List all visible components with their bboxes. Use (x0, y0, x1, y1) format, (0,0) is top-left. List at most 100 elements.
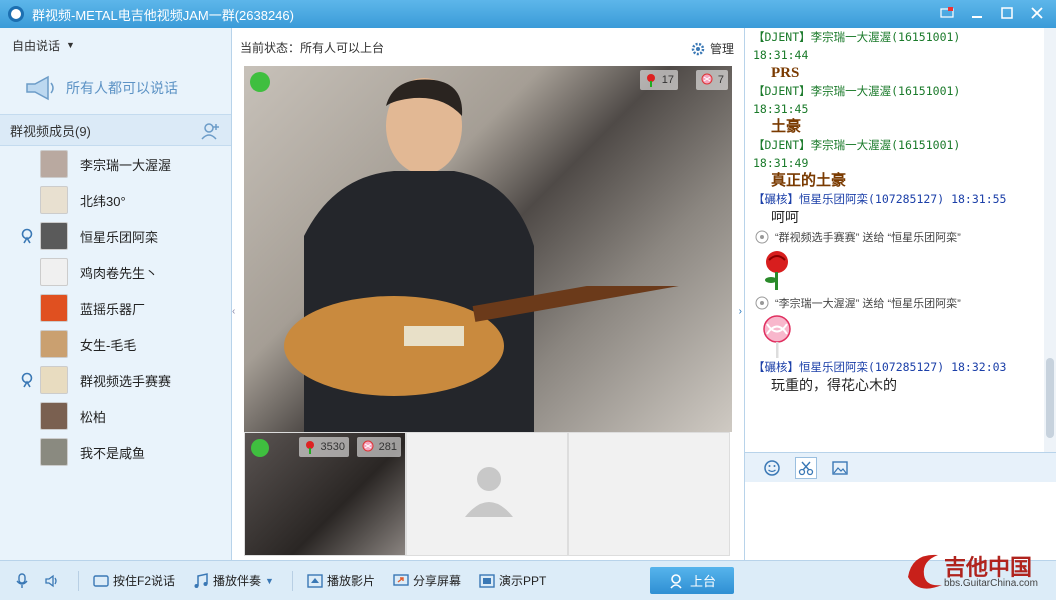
avatar[interactable] (40, 258, 68, 286)
lollipop-icon (362, 440, 374, 452)
video-area: 当前状态：所有人可以上台 管理 17 7 ‹ › 3530 281 (232, 28, 744, 560)
member-list: 李宗瑞一大渥渥北纬30° 恒星乐团阿栾鸡肉卷先生丶蓝摇乐器厂女生-毛毛群视频选手赛… (0, 146, 231, 470)
avatar[interactable] (40, 330, 68, 358)
add-member-icon[interactable] (201, 121, 221, 141)
chat-history: 【DJENT】李宗瑞一大渥渥(16151001) 18:31:44 PRS 【DJEN… (744, 28, 1056, 452)
member-row[interactable]: 鸡肉卷先生丶 (0, 254, 231, 290)
avatar[interactable] (40, 186, 68, 214)
lollipop-gift-image (745, 314, 1056, 358)
chat-message-time: 18:31:49 (753, 156, 809, 170)
window-controls (932, 2, 1052, 24)
chat-message-body: PRS (771, 65, 800, 81)
gift-notice-text: “李宗瑞一大渥渥” 送给 “恒星乐团阿栾” (775, 298, 961, 310)
member-row[interactable]: 恒星乐团阿栾 (0, 218, 231, 254)
app-logo-icon (8, 6, 24, 22)
keyboard-icon (93, 574, 109, 587)
everyone-speak-banner: 所有人都可以说话 (0, 62, 231, 114)
left-panel: 自由说话 ▼ 所有人都可以说话 群视频成员(9) 李宗瑞一大渥渥北纬30° 恒星乐… (0, 28, 232, 560)
chat-scrollbar[interactable] (1044, 28, 1056, 452)
main-video[interactable]: 17 7 (244, 66, 732, 432)
stage-status-bar: 当前状态：所有人可以上台 管理 (232, 28, 744, 66)
stage-status-text: 当前状态：所有人可以上台 (240, 40, 385, 55)
lollipop-icon (701, 73, 713, 85)
skin-icon[interactable] (932, 2, 962, 24)
eject-icon (307, 573, 323, 588)
member-row[interactable]: 李宗瑞一大渥渥 (0, 146, 231, 182)
chat-message-header: 【碾核】恒星乐团阿栾(107285127) 18:32:03 (753, 360, 1007, 374)
watermark-url: bbs.GuitarChina.com (944, 578, 1038, 589)
speaking-mic-icon (21, 372, 33, 388)
member-row[interactable]: 群视频选手赛赛 (0, 362, 231, 398)
play-music-button[interactable]: 播放伴奏 ▼ (193, 569, 274, 593)
manage-label: 管理 (709, 42, 734, 56)
title-bar: 群视频-METAL电吉他视频JAM一群(2638246) (0, 0, 1056, 28)
rose-count-badge[interactable]: 17 (639, 70, 678, 90)
gear-icon (691, 42, 705, 55)
avatar[interactable] (40, 294, 68, 322)
share-screen-button[interactable]: 分享屏幕 (393, 569, 461, 593)
avatar[interactable] (40, 222, 68, 250)
minimize-icon[interactable] (962, 2, 992, 24)
avatar[interactable] (40, 438, 68, 466)
manage-button[interactable]: 管理 (691, 40, 734, 57)
lollipop-icon (763, 315, 791, 358)
speak-mode-label: 自由说话 (12, 38, 61, 53)
emoji-button[interactable] (761, 457, 783, 479)
bottom-toolbar: 按住F2说话 播放伴奏 ▼ 播放影片 分享屏幕 演示PPT 上台 (0, 560, 1056, 600)
member-name: 李宗瑞一大渥渥 (80, 157, 172, 173)
speaker-icon (45, 574, 57, 587)
video-thumbnails: 3530 281 (244, 432, 732, 556)
present-ppt-label: 演示PPT (498, 574, 547, 588)
avatar[interactable] (40, 150, 68, 178)
rose-count: 3530 (320, 441, 345, 453)
image-button[interactable] (829, 457, 851, 479)
chat-message-list: 【DJENT】李宗瑞一大渥渥(16151001) 18:31:44 PRS 【DJEN… (745, 28, 1056, 190)
member-row[interactable]: 女生-毛毛 (0, 326, 231, 362)
member-row[interactable]: 北纬30° (0, 182, 231, 218)
collapse-left-arrow-icon[interactable]: ‹ (232, 306, 235, 317)
member-name: 女生-毛毛 (80, 337, 137, 353)
lollipop-count-badge[interactable]: 281 (356, 437, 401, 457)
push-to-talk-label: 按住F2说话 (113, 574, 176, 588)
push-to-talk-button[interactable]: 按住F2说话 (93, 569, 175, 593)
collapse-right-arrow-icon[interactable]: › (739, 306, 742, 317)
speaking-mic-icon (21, 228, 33, 244)
member-name: 群视频选手赛赛 (80, 373, 172, 389)
close-icon[interactable] (1022, 2, 1052, 24)
present-ppt-button[interactable]: 演示PPT (479, 569, 546, 593)
notice-icon (755, 230, 769, 244)
video-thumbnail-2[interactable] (406, 432, 568, 556)
member-name: 我不是咸鱼 (80, 445, 146, 461)
members-header: 群视频成员(9) (0, 114, 231, 146)
avatar[interactable] (40, 366, 68, 394)
mic-button[interactable] (14, 569, 34, 593)
video-thumbnail-1[interactable]: 3530 281 (244, 432, 406, 556)
speaker-button[interactable] (44, 569, 64, 593)
avatar[interactable] (40, 402, 68, 430)
rose-icon (305, 441, 314, 454)
chevron-down-icon: ▼ (265, 575, 274, 586)
go-on-stage-button[interactable]: 上台 (650, 567, 734, 594)
play-movie-label: 播放影片 (326, 574, 375, 588)
member-row[interactable]: 蓝摇乐器厂 (0, 290, 231, 326)
toolbar-divider (78, 570, 79, 591)
share-screen-label: 分享屏幕 (412, 574, 461, 588)
member-row[interactable]: 松柏 (0, 398, 231, 434)
chat-message-header: 【碾核】恒星乐团阿栾(107285127) 18:31:55 (753, 192, 1007, 206)
members-count: 群视频成员(9) (10, 123, 91, 139)
chat-scroll-thumb[interactable] (1046, 358, 1054, 438)
smiley-icon (764, 459, 780, 476)
signal-icon (251, 439, 269, 457)
screenshot-button[interactable] (795, 456, 817, 479)
rose-count-badge[interactable]: 3530 (298, 437, 349, 457)
member-name: 鸡肉卷先生丶 (80, 265, 159, 281)
lollipop-count: 281 (378, 441, 397, 453)
play-movie-button[interactable]: 播放影片 (307, 569, 375, 593)
lollipop-count-badge[interactable]: 7 (695, 70, 728, 90)
image-icon (832, 460, 848, 475)
member-row[interactable]: 我不是咸鱼 (0, 434, 231, 470)
speak-mode-dropdown[interactable]: 自由说话 ▼ (0, 28, 231, 62)
video-thumbnail-3[interactable] (568, 432, 730, 556)
chat-message-header: 【DJENT】李宗瑞一大渥渥(16151001) (753, 30, 961, 44)
maximize-icon[interactable] (992, 2, 1022, 24)
